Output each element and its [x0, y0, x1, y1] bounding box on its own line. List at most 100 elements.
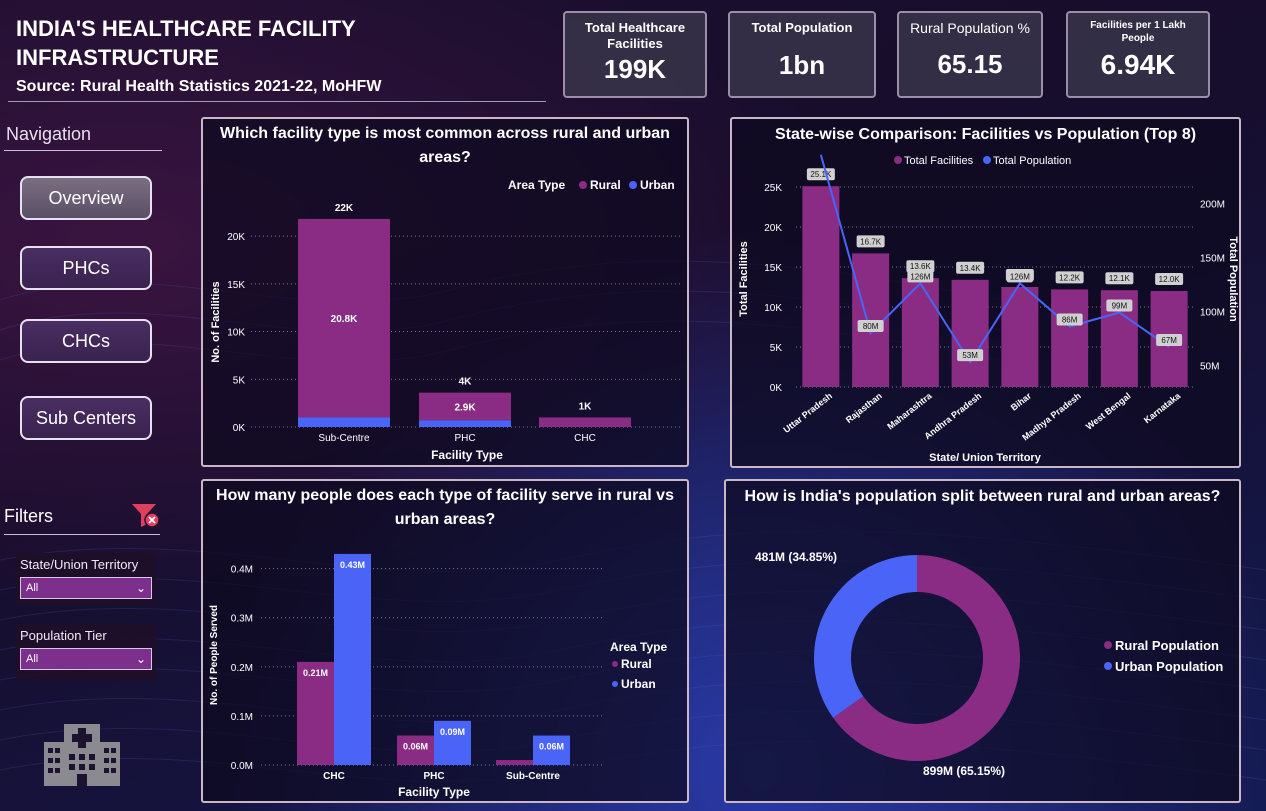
- nav-phcs-button[interactable]: PHCs: [20, 246, 152, 290]
- kpi-label: Total Population: [751, 20, 853, 35]
- legend-swatch-urban: [612, 681, 618, 687]
- state-dropdown-value: All: [26, 582, 39, 594]
- population-tier-slicer: Population Tier All ⌄: [16, 624, 156, 681]
- legend-title: Area Type: [610, 640, 667, 654]
- data-label: 12.1K: [1109, 274, 1131, 283]
- state-comparison-chart-panel: State-wise Comparison: Facilities vs Pop…: [730, 117, 1241, 468]
- data-label: 0.09M: [440, 727, 465, 737]
- chevron-down-icon: ⌄: [135, 652, 146, 666]
- y-tick-label: 5K: [233, 375, 246, 386]
- bar-rural: [539, 417, 631, 427]
- title-divider: [8, 101, 546, 102]
- data-label: 0.43M: [340, 560, 365, 570]
- y-tick-label: 25K: [764, 183, 782, 194]
- total-label: 22K: [335, 203, 354, 214]
- facility-type-chart-panel: Which facility type is most common acros…: [201, 117, 689, 467]
- bar-urban: [419, 420, 511, 427]
- x-tick-label: West Bengal: [1084, 391, 1133, 432]
- legend-title: Area Type: [508, 178, 565, 192]
- kpi-value: 199K: [603, 54, 667, 84]
- state-dropdown[interactable]: All ⌄: [20, 577, 152, 599]
- y-tick-label: 0K: [770, 383, 783, 394]
- kpi-value: 6.94K: [1100, 49, 1176, 80]
- legend-swatch-urban: [1104, 662, 1112, 670]
- x-tick-label: PHC: [423, 771, 444, 782]
- navigation-heading: Navigation: [6, 124, 92, 144]
- state-comparison-chart: 0K 5K 10K 15K 20K 25K 50M 100M 150M 200M Total Fac…: [738, 154, 1239, 464]
- slice-label-rural: 899M (65.15%): [923, 764, 1005, 778]
- data-label: 20.8K: [331, 314, 358, 325]
- legend-swatch-rural: [579, 181, 587, 189]
- x-tick-label: Rajasthan: [844, 391, 884, 425]
- chevron-down-icon: ⌄: [135, 581, 146, 595]
- legend-label-rural: Rural: [621, 657, 652, 671]
- population-tier-dropdown[interactable]: All ⌄: [20, 648, 152, 670]
- state-slicer: State/Union Territory All ⌄: [16, 553, 156, 605]
- y-tick-label: 20K: [764, 223, 782, 234]
- y-axis-title: No. of People Served: [209, 605, 220, 705]
- legend-swatch-urban: [629, 181, 637, 189]
- legend-label-facilities: Total Facilities: [904, 155, 974, 167]
- navigation-divider: [4, 150, 162, 151]
- x-tick-label: CHC: [323, 771, 345, 782]
- dashboard-title: INDIA'S HEALTHCARE FACILITY INFRASTRUCTU…: [16, 16, 356, 70]
- kpi-value: 1bn: [778, 50, 826, 80]
- hospital-building-icon: [44, 724, 120, 786]
- kpi-total-population: Total Population 1bn: [728, 11, 876, 98]
- legend-label-rural: Rural Population: [1115, 638, 1219, 653]
- bar-facilities: [901, 278, 939, 387]
- x-tick-label: Sub-Centre: [506, 771, 560, 782]
- y-tick-label: 10K: [764, 303, 782, 314]
- nav-overview-button[interactable]: Overview: [20, 176, 152, 220]
- filters-divider: [4, 534, 160, 535]
- funnel-clear-icon[interactable]: [130, 500, 162, 530]
- kpi-total-facilities: Total Healthcare Facilities 199K: [563, 11, 707, 98]
- population-tier-slicer-label: Population Tier: [20, 628, 107, 643]
- bar-rural: [496, 760, 533, 765]
- y-axis-title: No. of Facilities: [210, 281, 222, 362]
- y-tick-label: 15K: [764, 263, 782, 274]
- kpi-rural-population-pct: Rural Population % 65.15: [897, 11, 1043, 98]
- legend-label-urban: Urban: [621, 677, 656, 691]
- x-tick-label: Sub-Centre: [318, 433, 370, 444]
- bar-urban: [334, 553, 371, 765]
- bar-urban: [298, 417, 390, 427]
- y-tick-label: 0K: [233, 423, 246, 434]
- source-caption: Source: Rural Health Statistics 2021-22,…: [16, 78, 382, 95]
- kpi-facilities-per-lakh: Facilities per 1 Lakh People 6.94K: [1066, 11, 1210, 98]
- data-label: 25.1K: [810, 170, 832, 179]
- y-tick-label: 0.1M: [231, 712, 253, 723]
- y2-tick-label: 150M: [1200, 253, 1225, 264]
- data-label: 0.06M: [403, 742, 428, 752]
- x-tick-label: Karnataka: [1142, 390, 1183, 425]
- data-label: 0.21M: [303, 668, 328, 678]
- y-tick-label: 10K: [227, 328, 245, 339]
- kpi-label: Total Healthcare Facilities: [584, 20, 686, 51]
- y-tick-label: 0.2M: [231, 663, 253, 674]
- y2-tick-label: 50M: [1200, 361, 1219, 372]
- filters-heading: Filters: [4, 506, 53, 526]
- y2-tick-label: 200M: [1200, 199, 1225, 210]
- data-label: 126M: [910, 272, 930, 281]
- data-label: 86M: [1062, 316, 1078, 325]
- data-label: 13.4K: [960, 264, 982, 273]
- kpi-value: 65.15: [937, 49, 1003, 79]
- population-split-chart: 899M (65.15%) 481M (34.85%) Rural Populati…: [755, 550, 1223, 778]
- data-label: 0.06M: [539, 742, 564, 752]
- y-tick-label: 5K: [770, 343, 783, 354]
- legend-swatch-rural: [612, 661, 618, 667]
- nav-sub-centers-button[interactable]: Sub Centers: [20, 396, 152, 440]
- y-tick-label: 0.0M: [231, 761, 253, 772]
- legend-swatch-facilities: [894, 156, 902, 164]
- population-split-chart-panel: How is India's population split between …: [724, 479, 1241, 803]
- people-served-chart: 0.0M 0.1M 0.2M 0.3M 0.4M No. of People Served…: [209, 553, 667, 799]
- bar-facilities: [951, 279, 989, 387]
- y2-axis-title: Total Population: [1227, 236, 1239, 322]
- data-label: 80M: [863, 322, 879, 331]
- nav-chcs-button[interactable]: CHCs: [20, 319, 152, 363]
- data-label: 12.2K: [1059, 273, 1081, 282]
- x-tick-label: PHC: [454, 433, 475, 444]
- data-label: 12.0K: [1159, 275, 1181, 284]
- population-tier-dropdown-value: All: [26, 653, 39, 665]
- y-tick-label: 15K: [227, 280, 245, 291]
